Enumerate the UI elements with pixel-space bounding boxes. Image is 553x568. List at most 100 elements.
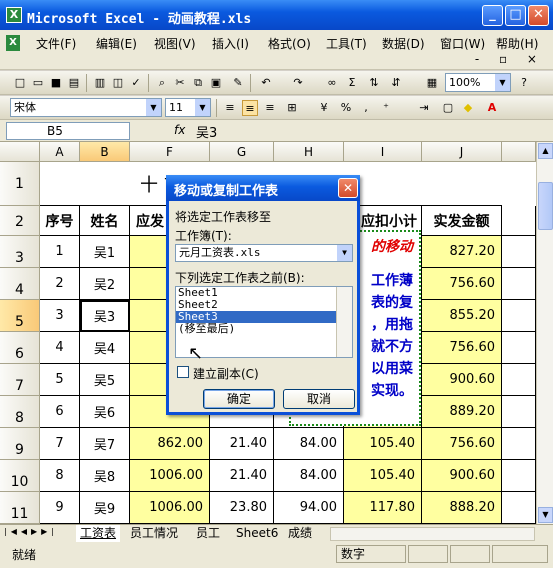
sort-ascending-icon[interactable]: ⇅ (366, 75, 382, 91)
header-net-pay[interactable]: 实发金额 (422, 206, 502, 236)
cell-n[interactable]: 8 (40, 460, 80, 492)
cell-i[interactable]: 105.40 (344, 428, 422, 460)
cell-j[interactable]: 900.60 (422, 364, 502, 396)
close-button[interactable]: ✕ (528, 5, 549, 26)
menu-format[interactable]: 格式(O) (268, 35, 311, 52)
column-header-i[interactable]: I (344, 142, 422, 162)
cell-n[interactable]: 2 (40, 268, 80, 300)
cell-n[interactable]: 5 (40, 364, 80, 396)
undo-icon[interactable]: ↶ (258, 75, 274, 91)
cell-j[interactable]: 756.60 (422, 268, 502, 300)
blank-cell[interactable] (502, 428, 536, 460)
font-color-icon[interactable]: A (484, 100, 500, 116)
print-preview-icon[interactable]: ◫ (110, 75, 126, 91)
cancel-button[interactable]: 取消 (283, 389, 355, 409)
header-name[interactable]: 姓名 (80, 206, 130, 236)
cell-h[interactable]: 94.00 (274, 492, 344, 524)
new-icon[interactable]: □ (12, 75, 28, 91)
cell-j[interactable]: 827.20 (422, 236, 502, 268)
sort-descending-icon[interactable]: ⇵ (388, 75, 404, 91)
column-header-b[interactable]: B (80, 142, 130, 162)
cell-i[interactable]: 117.80 (344, 492, 422, 524)
header-serial[interactable]: 序号 (40, 206, 80, 236)
cell-name[interactable]: 吴7 (80, 428, 130, 460)
currency-icon[interactable]: ¥ (316, 100, 332, 116)
name-box[interactable]: B5 (6, 122, 130, 140)
blank-cell[interactable] (502, 364, 536, 396)
blank-cell[interactable] (502, 332, 536, 364)
menu-file[interactable]: 文件(F) (36, 35, 76, 52)
vertical-scrollbar[interactable]: ▲ ▼ (536, 142, 553, 524)
cell-g[interactable]: 23.80 (210, 492, 274, 524)
cell-i[interactable]: 105.40 (344, 460, 422, 492)
formula-input[interactable]: 吴3 (196, 122, 217, 141)
maximize-button[interactable]: □ (505, 5, 526, 26)
scroll-up-icon[interactable]: ▲ (538, 143, 553, 159)
cut-icon[interactable]: ✂ (172, 75, 188, 91)
ok-button[interactable]: 确定 (203, 389, 275, 409)
paste-icon[interactable]: ▣ (208, 75, 224, 91)
row-header-4[interactable]: 4 (0, 268, 40, 300)
help-icon[interactable]: ? (516, 75, 532, 91)
column-header-a[interactable]: A (40, 142, 80, 162)
copy-icon[interactable]: ⧉ (190, 75, 206, 91)
merge-center-icon[interactable]: ⊞ (284, 100, 300, 116)
chevron-down-icon[interactable]: ▼ (337, 245, 352, 261)
cell-n[interactable]: 9 (40, 492, 80, 524)
font-combo[interactable]: 宋体 ▼ (10, 98, 162, 117)
menu-help[interactable]: 帮助(H) (496, 35, 538, 52)
tab-staff[interactable]: 员工 (192, 525, 224, 542)
scroll-thumb[interactable] (538, 182, 553, 230)
align-right-icon[interactable]: ≡ (262, 100, 278, 116)
cell-name[interactable]: 吴6 (80, 396, 130, 428)
list-item[interactable]: (移至最后) (176, 323, 336, 335)
cell-j[interactable]: 855.20 (422, 300, 502, 332)
column-header-g[interactable]: G (210, 142, 274, 162)
cell-name[interactable]: 吴8 (80, 460, 130, 492)
column-header-j[interactable]: J (422, 142, 502, 162)
research-icon[interactable]: ⌕ (154, 75, 170, 91)
autosum-icon[interactable]: Σ (344, 75, 360, 91)
spelling-icon[interactable]: ✓ (128, 75, 144, 91)
row-header-9[interactable]: 9 (0, 428, 40, 460)
comma-icon[interactable]: , (358, 100, 374, 116)
document-window-controls[interactable]: - ▫ × (475, 52, 545, 66)
increase-decimal-icon[interactable]: ⁺ (378, 100, 394, 116)
chart-wizard-icon[interactable]: ▦ (424, 75, 440, 91)
row-header-7[interactable]: 7 (0, 364, 40, 396)
cell-g[interactable]: 21.40 (210, 428, 274, 460)
align-left-icon[interactable]: ≡ (222, 100, 238, 116)
column-header-h[interactable]: H (274, 142, 344, 162)
row-header-5[interactable]: 5 (0, 300, 40, 332)
align-center-icon[interactable]: ≡ (242, 100, 258, 116)
row-header-6[interactable]: 6 (0, 332, 40, 364)
cell-name[interactable]: 吴4 (80, 332, 130, 364)
menu-tools[interactable]: 工具(T) (326, 35, 367, 52)
format-painter-icon[interactable]: ✎ (230, 75, 246, 91)
cell-name[interactable]: 吴5 (80, 364, 130, 396)
cell-j[interactable]: 888.20 (422, 492, 502, 524)
fx-icon[interactable]: fx (174, 123, 185, 137)
horizontal-scrollbar[interactable] (330, 527, 535, 541)
cell-n[interactable]: 4 (40, 332, 80, 364)
select-all-corner[interactable] (0, 142, 40, 162)
cell-j[interactable]: 900.60 (422, 460, 502, 492)
menu-window[interactable]: 窗口(W) (440, 35, 485, 52)
cell-n[interactable]: 6 (40, 396, 80, 428)
chevron-down-icon[interactable]: ▼ (146, 99, 161, 116)
cell-n[interactable]: 3 (40, 300, 80, 332)
permission-icon[interactable]: ▤ (66, 75, 82, 91)
chevron-down-icon[interactable]: ▼ (195, 99, 210, 116)
menu-insert[interactable]: 插入(I) (212, 35, 249, 52)
cell-j[interactable]: 889.20 (422, 396, 502, 428)
blank-cell[interactable] (502, 492, 536, 524)
tab-navigation-arrows[interactable]: |◀◀▶▶| (4, 527, 58, 536)
menu-edit[interactable]: 编辑(E) (96, 35, 137, 52)
blank-cell[interactable] (502, 206, 536, 236)
tab-salary[interactable]: 工资表 (76, 525, 121, 542)
workbook-select[interactable]: 元月工资表.xls ▼ (175, 244, 353, 262)
font-size-combo[interactable]: 11 ▼ (165, 98, 211, 117)
cell-name[interactable]: 吴2 (80, 268, 130, 300)
row-header-1[interactable]: 1 (0, 162, 40, 206)
blank-cell[interactable] (502, 460, 536, 492)
